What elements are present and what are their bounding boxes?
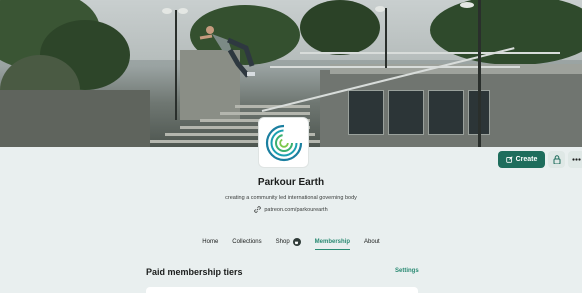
cover-lamp-post: [478, 0, 481, 147]
cover-window: [348, 90, 384, 135]
tab-membership-label: Membership: [314, 238, 351, 245]
cover-railing: [270, 66, 520, 68]
creator-tagline: creating a community led international g…: [225, 195, 357, 201]
profile-tabs: Home Collections Shop Membership About: [0, 238, 582, 250]
cover-lamp: [162, 8, 172, 14]
cover-lamp-post: [385, 8, 387, 68]
parkour-earth-logo: [265, 124, 302, 161]
creator-avatar[interactable]: [258, 117, 309, 168]
cover-lamp: [178, 8, 188, 14]
tab-membership[interactable]: Membership: [314, 238, 351, 250]
creator-link[interactable]: patreon.com/parkourearth: [0, 206, 582, 213]
cover-window: [388, 90, 424, 135]
tab-home[interactable]: Home: [202, 238, 218, 250]
tab-about-label: About: [364, 239, 380, 245]
creator-link-text: patreon.com/parkourearth: [264, 206, 328, 213]
cover-window: [428, 90, 464, 135]
cover-lamp: [375, 6, 385, 12]
create-button-label: Create: [515, 156, 538, 163]
cover-step: [220, 112, 310, 115]
create-button[interactable]: Create: [498, 151, 545, 168]
section-title: Paid membership tiers: [146, 267, 243, 277]
tab-home-label: Home: [202, 239, 219, 245]
more-options-button[interactable]: [568, 151, 582, 168]
tab-collections-label: Collections: [232, 239, 262, 245]
settings-link[interactable]: Settings: [395, 268, 419, 274]
lock-icon: [553, 155, 560, 164]
edit-icon: [505, 156, 513, 163]
link-icon: [254, 206, 262, 213]
cover-tree: [300, 0, 380, 55]
cover-wall: [0, 90, 150, 147]
tab-shop[interactable]: Shop: [276, 238, 301, 250]
cover-railing: [300, 52, 560, 54]
tab-collections[interactable]: Collections: [232, 238, 261, 250]
tab-about[interactable]: About: [364, 238, 380, 250]
creator-name: Parkour Earth: [257, 177, 325, 188]
cover-lamp-post: [175, 10, 177, 120]
shop-badge-icon: [292, 238, 301, 246]
cover-lamp: [460, 2, 474, 8]
parkour-athlete: [199, 26, 255, 78]
tier-card: [146, 287, 418, 293]
tab-shop-label: Shop: [275, 239, 290, 245]
lock-button[interactable]: [548, 151, 565, 168]
more-icon: [572, 158, 581, 161]
